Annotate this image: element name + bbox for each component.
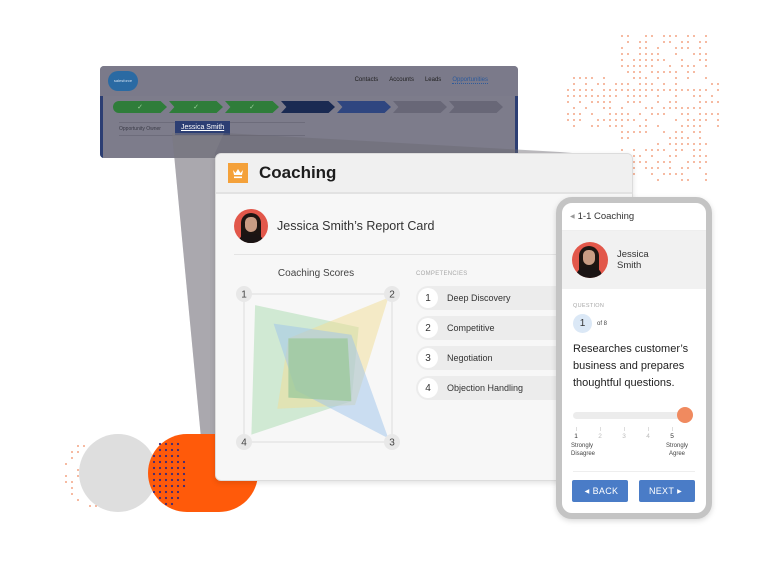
phone-back-nav[interactable]: ◀ 1-1 Coaching [562,203,706,231]
question-number: 1 [573,314,592,333]
decorative-overlap-dots [152,442,186,506]
salesforce-record-body: ✓ ✓ ✓ Opportunity Owner Jessica Smith [100,96,518,158]
competency-number: 2 [418,318,438,338]
path-stage-2[interactable]: ✓ [169,101,223,113]
path-stage-6[interactable] [393,101,447,113]
next-button[interactable]: NEXT ▶ [639,480,695,502]
avatar [572,242,608,278]
competency-name: Negotiation [447,353,493,363]
owner-link[interactable]: Jessica Smith [175,121,231,135]
competencies-label: COMPETENCIES [416,271,468,277]
nav-opportunities[interactable]: Opportunities [452,77,488,84]
avatar [234,209,268,243]
mobile-phone: ◀ 1-1 Coaching Jessica Smith QUESTION 1 … [556,197,712,519]
scale-tick: 4 [638,427,658,440]
user-name: Jessica Smith [617,249,649,271]
field-label: Opportunity Owner [119,126,161,132]
path-stage-1[interactable]: ✓ [113,101,167,113]
card-title: Coaching [259,163,337,182]
back-arrow-icon: ◀ [570,214,575,220]
salesforce-top-bar: salesforce Contacts Accounts Leads Oppor… [100,66,518,96]
radar-chart: 1 2 3 4 [236,286,400,450]
scale-value: 5 [670,433,674,440]
card-header: Coaching [216,154,632,194]
axis-label: 4 [241,438,247,449]
back-arrow-icon: ◀ [584,488,590,495]
scale-value: 1 [574,433,578,440]
salesforce-window: salesforce Contacts Accounts Leads Oppor… [100,66,518,158]
checkmark-icon: ✓ [137,104,143,111]
path-stage-3[interactable]: ✓ [225,101,279,113]
competency-number: 1 [418,288,438,308]
rating-slider[interactable] [573,407,693,423]
axis-label: 3 [389,438,395,449]
axis-label: 1 [241,290,247,301]
next-arrow-icon: ▶ [677,488,683,495]
salesforce-logo: salesforce [108,71,138,91]
competency-number: 3 [418,348,438,368]
salesforce-nav: Contacts Accounts Leads Opportunities [355,77,488,84]
checkmark-icon: ✓ [249,104,255,111]
checkmark-icon: ✓ [193,104,199,111]
divider [573,471,695,472]
opportunity-owner-field: Opportunity Owner Jessica Smith [119,121,305,136]
scale-value: 3 [622,433,626,440]
report-card-header: Jessica Smith’s Report Card [234,209,434,243]
path-stage-4[interactable] [281,101,335,113]
path-stage-7[interactable] [449,101,503,113]
chart-title: Coaching Scores [277,268,355,279]
report-title: Jessica Smith’s Report Card [277,219,435,233]
sales-path: ✓ ✓ ✓ [113,101,503,113]
competency-number: 4 [418,378,438,398]
rating-scale: 1 2 3 4 5 Strongly Disagree Strongly Agr… [571,427,695,467]
nav-contacts[interactable]: Contacts [355,77,379,84]
question-counter: 1 of 8 [573,314,706,333]
scale-value: 2 [598,433,602,440]
back-nav-label: 1-1 Coaching [577,211,635,222]
scale-max-label: Strongly Agree [665,443,688,457]
question-text: Researches customer’s business and prepa… [573,343,689,389]
scale-tick: 2 [590,427,610,440]
scale-tick: 5 [662,427,682,440]
slider-thumb[interactable] [677,407,693,423]
competency-name: Competitive [447,323,495,333]
radar-series-core [288,338,352,402]
axis-label: 2 [389,290,395,301]
competency-name: Deep Discovery [447,293,511,303]
phone-user-row: Jessica Smith [562,231,706,289]
competency-name: Objection Handling [447,383,524,393]
scale-tick: 1 [566,427,586,440]
path-stage-5[interactable] [337,101,391,113]
crown-icon [228,163,248,183]
scale-value: 4 [646,433,650,440]
question-label: QUESTION [573,303,605,309]
next-button-label: NEXT [648,486,675,496]
scale-tick: 3 [614,427,634,440]
scale-min-label: Strongly Disagree [571,443,596,457]
back-button-label: BACK [592,486,619,496]
question-total: of 8 [597,320,608,327]
nav-leads[interactable]: Leads [425,77,441,84]
nav-accounts[interactable]: Accounts [389,77,414,84]
back-button[interactable]: ◀ BACK [572,480,628,502]
